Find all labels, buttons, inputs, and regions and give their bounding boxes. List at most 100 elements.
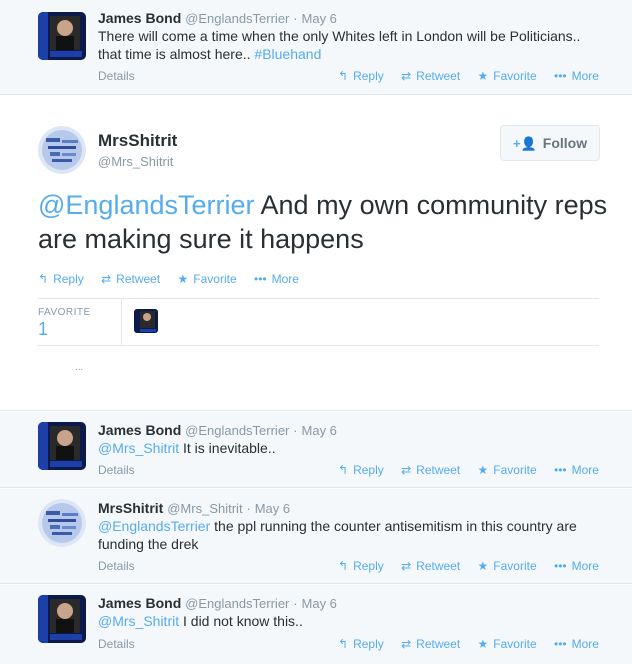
more-label: More [571,559,599,573]
mention-link[interactable]: @EnglandsTerrier [98,518,210,534]
tweet-text-line1: There will come a time when the only Whi… [98,28,581,44]
favorite-label: Favorite [193,272,237,286]
favorite-button[interactable]: ★ Favorite [478,463,537,477]
tweet-header: James Bond @EnglandsTerrier · May 6 [98,10,337,26]
reply-label: Reply [353,69,384,83]
favorite-stat-label: FAVORITE [38,307,91,318]
retweet-button[interactable]: ⇄ Retweet [101,272,160,286]
star-icon: ★ [477,637,489,651]
details-link[interactable]: Details [98,463,135,477]
tweet-text-line1: the ppl running the counter antisemitism… [210,518,577,534]
retweet-icon: ⇄ [101,272,112,286]
details-link[interactable]: Details [98,637,135,651]
separator: · [293,423,298,438]
more-icon: ••• [554,559,567,573]
reply-label: Reply [353,463,384,477]
more-button[interactable]: ••• More [554,637,599,651]
reply-tweet[interactable]: MrsShitrit @Mrs_Shitrit · May 6 @England… [0,489,632,584]
retweet-label: Retweet [116,272,161,286]
author-name[interactable]: MrsShitrit [98,500,163,516]
avatar-mrs-shitrit[interactable] [38,499,86,547]
author-name[interactable]: James Bond [98,10,181,26]
mention-link[interactable]: @Mrs_Shitrit [98,440,179,456]
favorite-label: Favorite [493,559,537,573]
tweet-date[interactable]: May 6 [302,596,337,611]
reply-tweet[interactable]: James Bond @EnglandsTerrier · May 6 @Mrs… [0,412,632,488]
reply-icon: ↰ [338,559,349,573]
reply-button[interactable]: ↰ Reply [338,463,384,477]
favorite-label: Favorite [493,637,537,651]
details-link[interactable]: Details [98,69,135,83]
reply-label: Reply [353,559,384,573]
details-link[interactable]: Details [98,559,135,573]
tweet-text-line2: that time is almost here.. [98,46,255,62]
reply-label: Reply [353,637,384,651]
retweet-button[interactable]: ⇄ Retweet [401,559,460,573]
more-icon: ••• [554,637,567,651]
favorite-button[interactable]: ★ Favorite [478,69,537,83]
retweet-button[interactable]: ⇄ Retweet [401,69,460,83]
star-icon: ★ [477,559,489,573]
more-button[interactable]: ••• More [554,69,599,83]
reply-icon: ↰ [338,463,349,477]
tweet-actions: ↰ Reply ⇄ Retweet ★ Favorite ••• More [338,69,613,83]
retweet-icon: ⇄ [401,463,412,477]
reply-icon: ↰ [38,272,49,286]
tweet-date[interactable]: May 6 [302,11,337,26]
reply-button[interactable]: ↰ Reply [338,69,384,83]
retweet-icon: ⇄ [401,637,412,651]
reply-icon: ↰ [338,69,349,83]
separator: · [246,501,251,516]
author-handle[interactable]: @Mrs_Shitrit [98,154,173,169]
separator: · [293,11,298,26]
avatar-mrs-shitrit[interactable] [38,126,86,174]
mention-link[interactable]: @EnglandsTerrier [38,190,255,220]
tweet-header: James Bond @EnglandsTerrier · May 6 [98,422,337,438]
avatar-james-bond[interactable] [38,12,86,60]
retweet-label: Retweet [416,559,461,573]
reply-button[interactable]: ↰ Reply [338,559,384,573]
star-icon: ★ [477,69,489,83]
retweet-button[interactable]: ⇄ Retweet [401,637,460,651]
favorite-button[interactable]: ★ Favorite [178,272,237,286]
author-name[interactable]: James Bond [98,595,181,611]
mention-link[interactable]: @Mrs_Shitrit [98,613,179,629]
favorite-button[interactable]: ★ Favorite [478,559,537,573]
tweet-text: There will come a time when the only Whi… [98,27,618,63]
favorite-button[interactable]: ★ Favorite [478,637,537,651]
tweet-actions: ↰ Reply ⇄ Retweet ★ Favorite ••• More [338,637,613,651]
hashtag-link[interactable]: #Bluehand [254,46,321,62]
reply-icon: ↰ [338,637,349,651]
add-user-icon: +👤 [513,136,537,151]
favorite-stat-count[interactable]: 1 [38,319,48,340]
retweet-label: Retweet [416,637,461,651]
author-name[interactable]: James Bond [98,422,181,438]
avatar-james-bond[interactable] [38,422,86,470]
retweet-icon: ⇄ [401,69,412,83]
reply-tweet[interactable]: James Bond @EnglandsTerrier · May 6 @Mrs… [0,585,632,664]
stat-divider [121,299,122,346]
more-icon: ••• [554,69,567,83]
more-button[interactable]: ••• More [254,272,299,286]
tweet-date[interactable]: May 6 [255,501,290,516]
author-handle[interactable]: @EnglandsTerrier [185,596,289,611]
author-handle[interactable]: @EnglandsTerrier [185,423,289,438]
author-handle[interactable]: @EnglandsTerrier [185,11,289,26]
reply-button[interactable]: ↰ Reply [338,637,384,651]
retweet-label: Retweet [416,69,461,83]
avatar-james-bond[interactable] [38,595,86,643]
more-button[interactable]: ••• More [554,463,599,477]
tweet-date[interactable]: May 6 [302,423,337,438]
tweet-text-line2: funding the drek [98,536,199,552]
loading-ellipsis: ... [75,362,84,373]
more-button[interactable]: ••• More [554,559,599,573]
reply-button[interactable]: ↰ Reply [38,272,84,286]
tweet-text: @Mrs_Shitrit I did not know this.. [98,612,618,630]
author-name[interactable]: MrsShitrit [98,131,177,151]
retweet-button[interactable]: ⇄ Retweet [401,463,460,477]
reply-label: Reply [53,272,84,286]
tweet-top[interactable]: James Bond @EnglandsTerrier · May 6 Ther… [0,0,632,95]
favoriter-avatar[interactable] [134,309,158,333]
follow-button[interactable]: +👤 Follow [500,125,601,161]
author-handle[interactable]: @Mrs_Shitrit [167,501,242,516]
